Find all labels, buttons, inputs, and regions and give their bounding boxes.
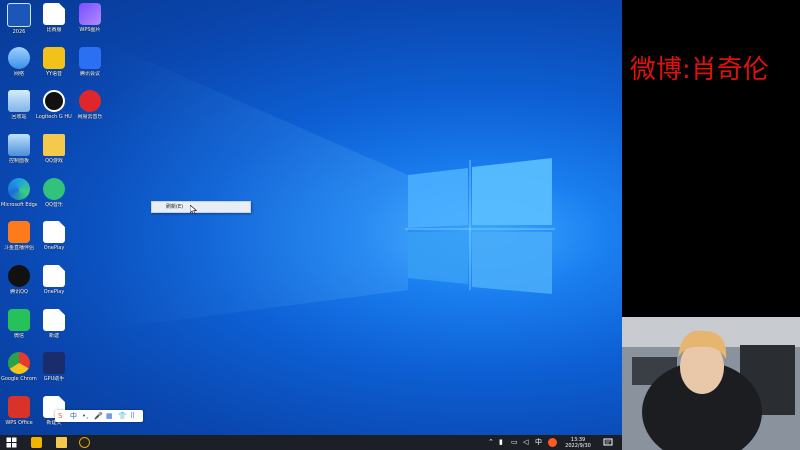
desktop-icon[interactable]: 控制面板	[1, 134, 37, 164]
taskbar-ghub-icon[interactable]	[79, 437, 90, 448]
desktop-icon[interactable]: 网易云音乐	[72, 90, 108, 120]
ime-toolbar-item[interactable]: 👕	[118, 411, 127, 421]
desktop-icon-label: 控制面板	[8, 158, 29, 164]
desktop-icon[interactable]: 回收站	[1, 90, 37, 120]
ime-toolbar-item[interactable]: 中	[70, 411, 77, 421]
desktop-icon-label: YY语音	[45, 71, 63, 77]
wps-icon	[8, 396, 30, 418]
desktop-icon-label: Google Chrome	[1, 376, 37, 382]
desktop-icon[interactable]: GPU助手	[36, 352, 72, 382]
ime-toolbar[interactable]: S 中 •, 🎤 ▦ 👕 ⠿	[55, 410, 143, 422]
desktop-icon-label: OnePlay	[43, 245, 65, 251]
tray-mic-icon[interactable]: ▮	[499, 437, 503, 448]
desktop-icon[interactable]: 腾讯会议	[72, 47, 108, 77]
meeting-icon	[79, 47, 101, 69]
webcam-feed	[622, 317, 800, 450]
doc-icon	[43, 309, 65, 331]
ime-toolbar-item[interactable]: 🎤	[94, 411, 103, 421]
desktop-icon-label: 网络	[13, 71, 24, 77]
yy-icon	[43, 47, 65, 69]
doc-icon	[43, 3, 65, 25]
taskbar-clock[interactable]: 13:39 2022/9/30	[562, 437, 594, 449]
desktop-icon[interactable]: 新建	[36, 309, 72, 339]
desktop-icon[interactable]: 腾讯QQ	[1, 265, 37, 295]
mouse-pointer-icon	[190, 205, 197, 214]
taskbar-file-explorer-icon[interactable]	[56, 437, 67, 448]
taskbar: ⌃ ▮ ▭ ◁ 中 13:39 2022/9/30	[0, 435, 622, 450]
desktop-icon[interactable]: OnePlay	[36, 265, 72, 295]
ime-toolbar-item[interactable]: •,	[82, 411, 88, 421]
desktop-icon-label: WPS Office	[5, 420, 33, 426]
start-button-windows-icon[interactable]	[6, 437, 17, 448]
desktop-icon-label: 斗鱼直播伴侣	[3, 245, 34, 251]
desktop-icon[interactable]: 斗鱼直播伴侣	[1, 221, 37, 251]
context-menu-refresh[interactable]: 刷新(E)	[152, 202, 250, 212]
desktop-icon[interactable]: QQ音乐	[36, 178, 72, 208]
notification-center-icon[interactable]	[603, 437, 613, 448]
taskbar-app-yy-icon[interactable]	[31, 437, 42, 448]
desktop-icon-label: 腾讯QQ	[10, 289, 28, 295]
desktop-icon[interactable]: 微信	[1, 309, 37, 339]
qqmusic-icon	[43, 178, 65, 200]
desktop-icon[interactable]: Microsoft Edge	[1, 178, 37, 208]
weibo-overlay-text: 微博:肖奇伦	[630, 55, 769, 85]
doc-icon	[43, 221, 65, 243]
desktop-icon[interactable]: OnePlay	[36, 221, 72, 251]
chrome-icon	[8, 352, 30, 374]
desktop-screen: 2026 比赛服 WPS图片网络 YY语音 腾讯会议回收站 Logitech G HUB 网…	[0, 0, 622, 450]
desktop-icon-grid: 2026 比赛服 WPS图片网络 YY语音 腾讯会议回收站 Logitech G HUB 网…	[0, 0, 120, 432]
desktop-icon-label: Logitech G HUB	[36, 114, 72, 120]
ime-toolbar-item[interactable]: ⠿	[130, 411, 135, 421]
tray-ime-indicator[interactable]: 中	[535, 437, 542, 448]
control-icon	[8, 134, 30, 156]
desktop-icon[interactable]: YY语音	[36, 47, 72, 77]
desktop-icon-label: QQ音乐	[45, 202, 63, 208]
doc-icon	[43, 265, 65, 287]
clock-date: 2022/9/30	[565, 443, 591, 449]
ghub-icon	[43, 90, 65, 112]
ime-toolbar-item[interactable]: ▦	[106, 411, 113, 421]
webcam-scene	[622, 317, 800, 450]
qq-icon	[8, 265, 30, 287]
desktop-icon[interactable]: WPS图片	[72, 3, 108, 33]
desktop-icon[interactable]: Google Chrome	[1, 352, 37, 382]
network-icon	[8, 47, 30, 69]
wps-pic-icon	[79, 3, 101, 25]
desktop-icon-label: QQ游戏	[45, 158, 63, 164]
desktop-icon-label: 2026	[12, 29, 26, 35]
tray-network-icon[interactable]: ▭	[511, 437, 518, 448]
desktop-icon-label: 微信	[13, 333, 24, 339]
folder-icon	[43, 134, 65, 156]
recycle-icon	[8, 90, 30, 112]
desktop-icon[interactable]: Logitech G HUB	[36, 90, 72, 120]
edge-icon	[8, 178, 30, 200]
desktop-icon-label: 网易云音乐	[77, 114, 103, 120]
desktop-icon[interactable]: QQ游戏	[36, 134, 72, 164]
wechat-icon	[8, 309, 30, 331]
desktop-icon-label: OnePlay	[43, 289, 65, 295]
tray-sogou-icon[interactable]	[548, 438, 557, 447]
desktop-icon[interactable]: 2026	[1, 3, 37, 35]
tray-people-icon[interactable]: ⌃	[488, 437, 494, 448]
logo-icon	[7, 3, 31, 27]
desktop-icon-label: 腾讯会议	[79, 71, 100, 77]
desktop-icon-label: 回收站	[11, 114, 27, 120]
netease-icon	[79, 90, 101, 112]
desktop-icon[interactable]: 比赛服	[36, 3, 72, 33]
douyu-icon	[8, 221, 30, 243]
ime-toolbar-item[interactable]: S	[58, 411, 62, 421]
gpu-icon	[43, 352, 65, 374]
desktop-icon-label: 新建	[48, 333, 59, 339]
tray-volume-icon[interactable]: ◁	[523, 437, 528, 448]
desktop-icon-label: 比赛服	[46, 27, 62, 33]
desktop-icon[interactable]: 网络	[1, 47, 37, 77]
desktop-icon-label: GPU助手	[43, 376, 65, 382]
desktop-icon-label: Microsoft Edge	[1, 202, 37, 208]
context-menu: 刷新(E)	[151, 201, 251, 213]
desktop-icon-label: WPS图片	[79, 27, 101, 33]
desktop-icon[interactable]: WPS Office	[1, 396, 37, 426]
